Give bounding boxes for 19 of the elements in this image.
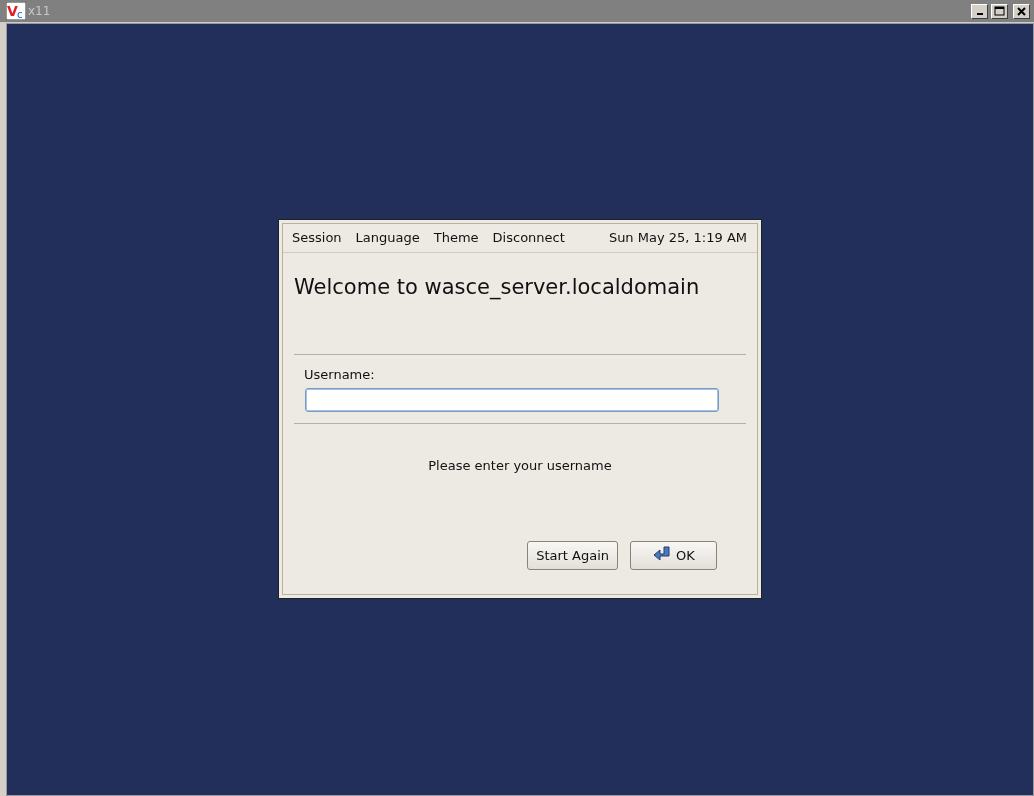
- start-again-button[interactable]: Start Again: [527, 540, 618, 570]
- close-icon: [1017, 6, 1026, 16]
- menu-item[interactable]: Language: [355, 230, 420, 245]
- status-message: Please enter your username: [427, 457, 613, 473]
- ok-button[interactable]: OK: [630, 540, 717, 570]
- maximize-button[interactable]: [991, 3, 1008, 19]
- menu-item[interactable]: Theme: [433, 230, 479, 245]
- maximize-icon: [994, 6, 1005, 16]
- window-title: x11: [28, 4, 52, 18]
- clock: Sun May 25, 1:19 AM: [608, 230, 747, 245]
- username-field[interactable]: [305, 387, 719, 412]
- arrow-icon: [652, 546, 673, 564]
- close-button[interactable]: [1013, 3, 1030, 19]
- minimize-button[interactable]: [971, 3, 988, 19]
- menu-item[interactable]: Disconnect: [492, 230, 565, 245]
- menu-item[interactable]: Session: [292, 230, 342, 245]
- welcome-heading: Welcome to wasce_server.localdomain: [294, 274, 701, 299]
- username-label: Username:: [304, 366, 376, 382]
- minimize-icon: [976, 13, 983, 15]
